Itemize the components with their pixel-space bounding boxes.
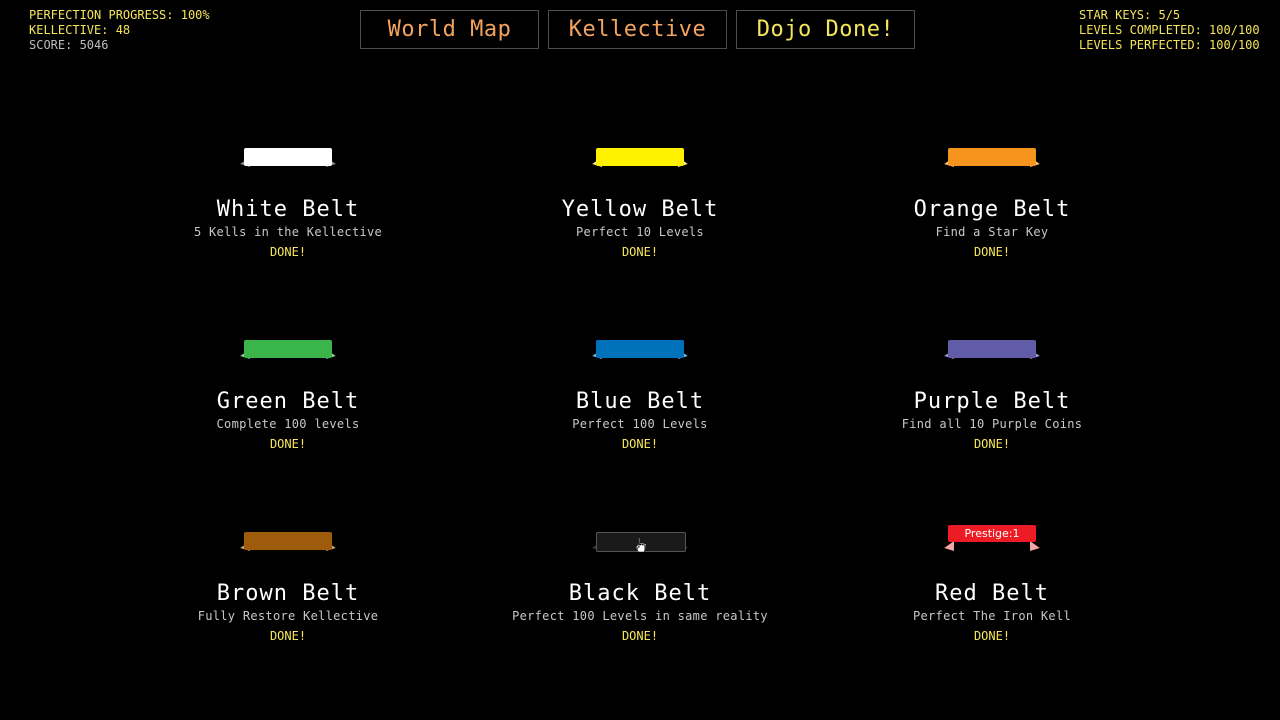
orange-belt-card[interactable]: Orange Belt Find a Star Key DONE! [812, 148, 1172, 259]
belt-icon [588, 340, 692, 364]
perfection-progress: PERFECTION PROGRESS: 100% [29, 8, 210, 22]
belt-icon [940, 340, 1044, 364]
belt-icon: Prestige:1 [940, 525, 1044, 556]
belt-icon [588, 148, 692, 172]
belt-title: White Belt [216, 197, 360, 222]
belt-requirement: Perfect The Iron Kell [912, 609, 1072, 623]
score: SCORE: 5046 [29, 38, 109, 52]
levels-perfected: LEVELS PERFECTED: 100/100 [1079, 38, 1260, 52]
white-belt-card[interactable]: White Belt 5 Kells in the Kellective DONE! [108, 148, 468, 259]
belt-status: DONE! [621, 245, 659, 259]
star-keys: STAR KEYS: 5/5 [1079, 8, 1181, 22]
belt-requirement: Perfect 100 Levels in same reality [512, 609, 768, 623]
purple-belt-card[interactable]: Purple Belt Find all 10 Purple Coins DONE! [812, 340, 1172, 451]
belt-icon [236, 340, 340, 364]
belt-title: Yellow Belt [561, 197, 719, 222]
kellective-count: KELLECTIVE: 48 [29, 23, 131, 37]
stats-right: STAR KEYS: 5/5 LEVELS COMPLETED: 100/100… [1079, 8, 1260, 53]
belt-title: Red Belt [935, 581, 1049, 606]
belt-requirement: Perfect 10 Levels [576, 225, 704, 239]
belt-status: DONE! [269, 245, 307, 259]
belt-status: DONE! [269, 629, 307, 643]
prestige-badge: Prestige:1 [964, 527, 1020, 540]
dojo-done-button[interactable]: Dojo Done! [736, 10, 915, 49]
belt-title: Purple Belt [913, 389, 1071, 414]
belt-icon [236, 532, 340, 556]
levels-completed: LEVELS COMPLETED: 100/100 [1079, 23, 1260, 37]
top-nav: World Map Kellective Dojo Done! [360, 10, 915, 49]
belt-status: DONE! [621, 629, 659, 643]
belt-title: Green Belt [216, 389, 360, 414]
stats-left: PERFECTION PROGRESS: 100% KELLECTIVE: 48… [29, 8, 210, 53]
yellow-belt-card[interactable]: Yellow Belt Perfect 10 Levels DONE! [460, 148, 820, 259]
belt-title: Blue Belt [575, 389, 705, 414]
belt-title: Orange Belt [913, 197, 1071, 222]
belt-requirement: Perfect 100 Levels [572, 417, 708, 431]
belt-title: Black Belt [568, 581, 712, 606]
belt-title: Brown Belt [216, 581, 360, 606]
belt-status: DONE! [973, 437, 1011, 451]
hand-cursor-icon [636, 537, 646, 553]
belt-status: DONE! [973, 629, 1011, 643]
kellective-button[interactable]: Kellective [548, 10, 727, 49]
belt-requirement: Complete 100 levels [216, 417, 360, 431]
blue-belt-card[interactable]: Blue Belt Perfect 100 Levels DONE! [460, 340, 820, 451]
belt-requirement: 5 Kells in the Kellective [193, 225, 383, 239]
belt-requirement: Fully Restore Kellective [197, 609, 379, 623]
belt-requirement: Find a Star Key [935, 225, 1049, 239]
belt-icon [236, 148, 340, 172]
brown-belt-card[interactable]: Brown Belt Fully Restore Kellective DONE! [108, 532, 468, 643]
belt-status: DONE! [269, 437, 307, 451]
belt-status: DONE! [621, 437, 659, 451]
world-map-button[interactable]: World Map [360, 10, 539, 49]
red-belt-card[interactable]: Prestige:1 Red Belt Perfect The Iron Kell D… [812, 525, 1172, 643]
belt-icon [940, 148, 1044, 172]
green-belt-card[interactable]: Green Belt Complete 100 levels DONE! [108, 340, 468, 451]
belt-requirement: Find all 10 Purple Coins [901, 417, 1083, 431]
belt-status: DONE! [973, 245, 1011, 259]
